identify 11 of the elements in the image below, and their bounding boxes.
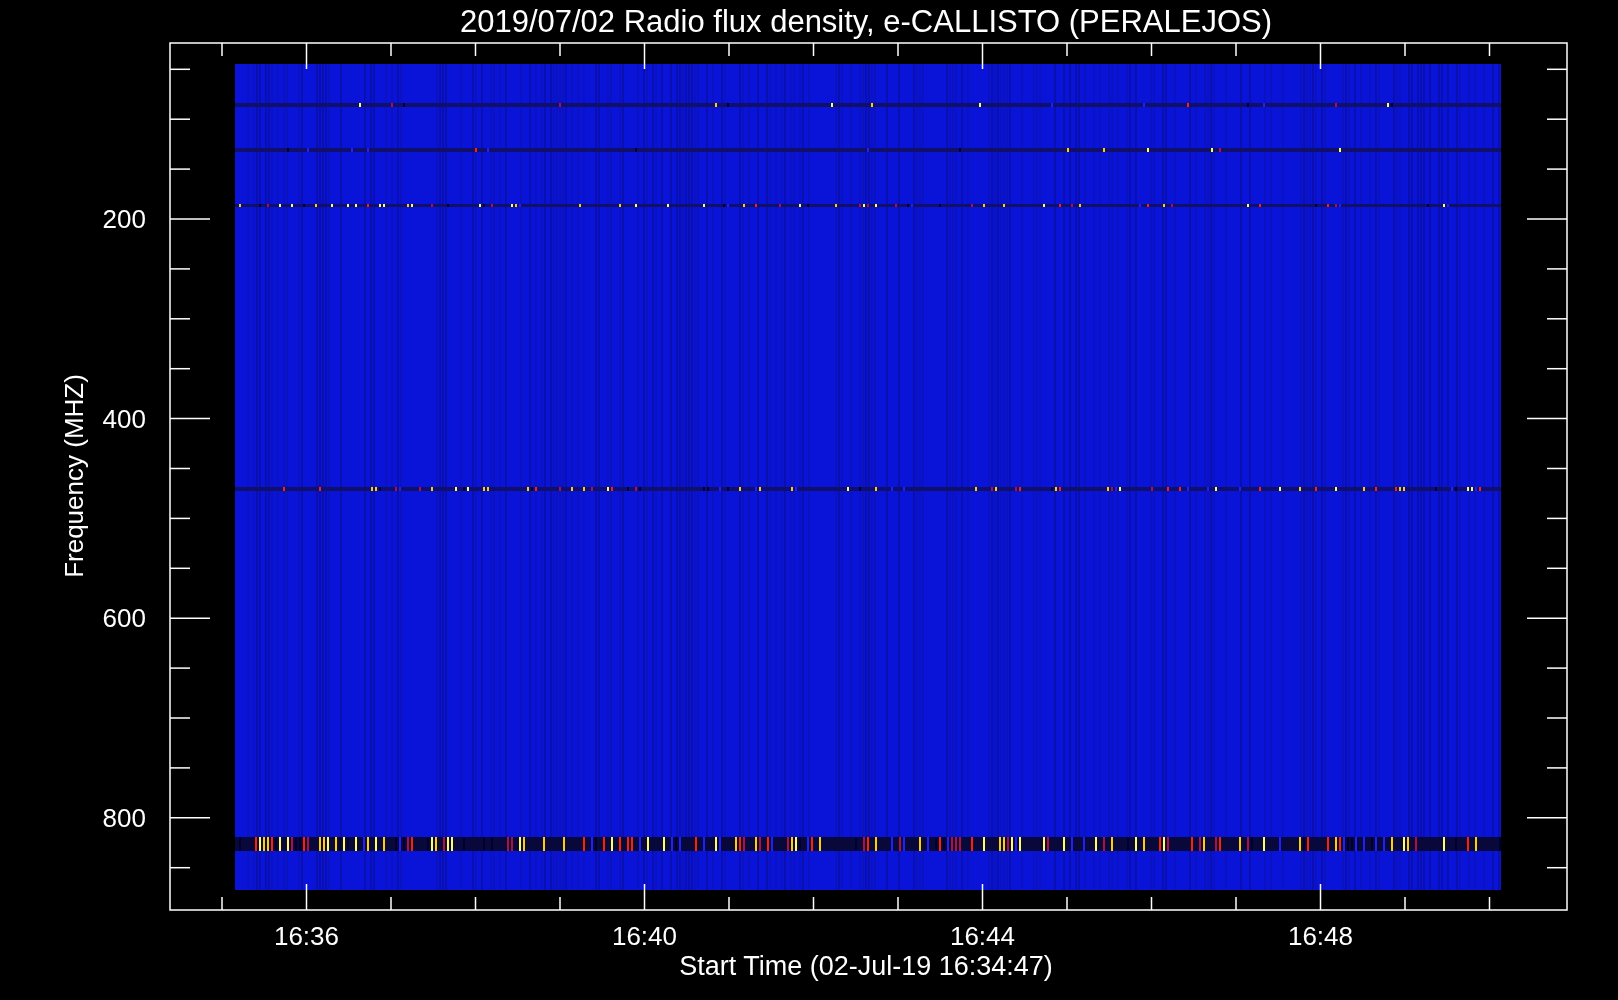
y-tick-label: 400 [102,403,146,434]
y-tick-label: 200 [102,204,146,234]
y-tick-label: 600 [102,603,146,634]
y-axis-label: Frequency (MHZ) [59,374,89,578]
x-tick-label: 16:48 [1287,921,1354,951]
chart-title: 2019/07/02 Radio flux density, e-CALLISTO (PERALEJOS) [459,4,1273,39]
x-tick-label: 16:44 [949,921,1016,951]
x-tick-label: 16:36 [273,921,340,951]
y-tick-label: 800 [102,802,146,833]
x-axis-label: Start Time (02-Jul-19 16:34:47) [679,951,1053,981]
x-tick-label: 16:40 [611,921,678,951]
